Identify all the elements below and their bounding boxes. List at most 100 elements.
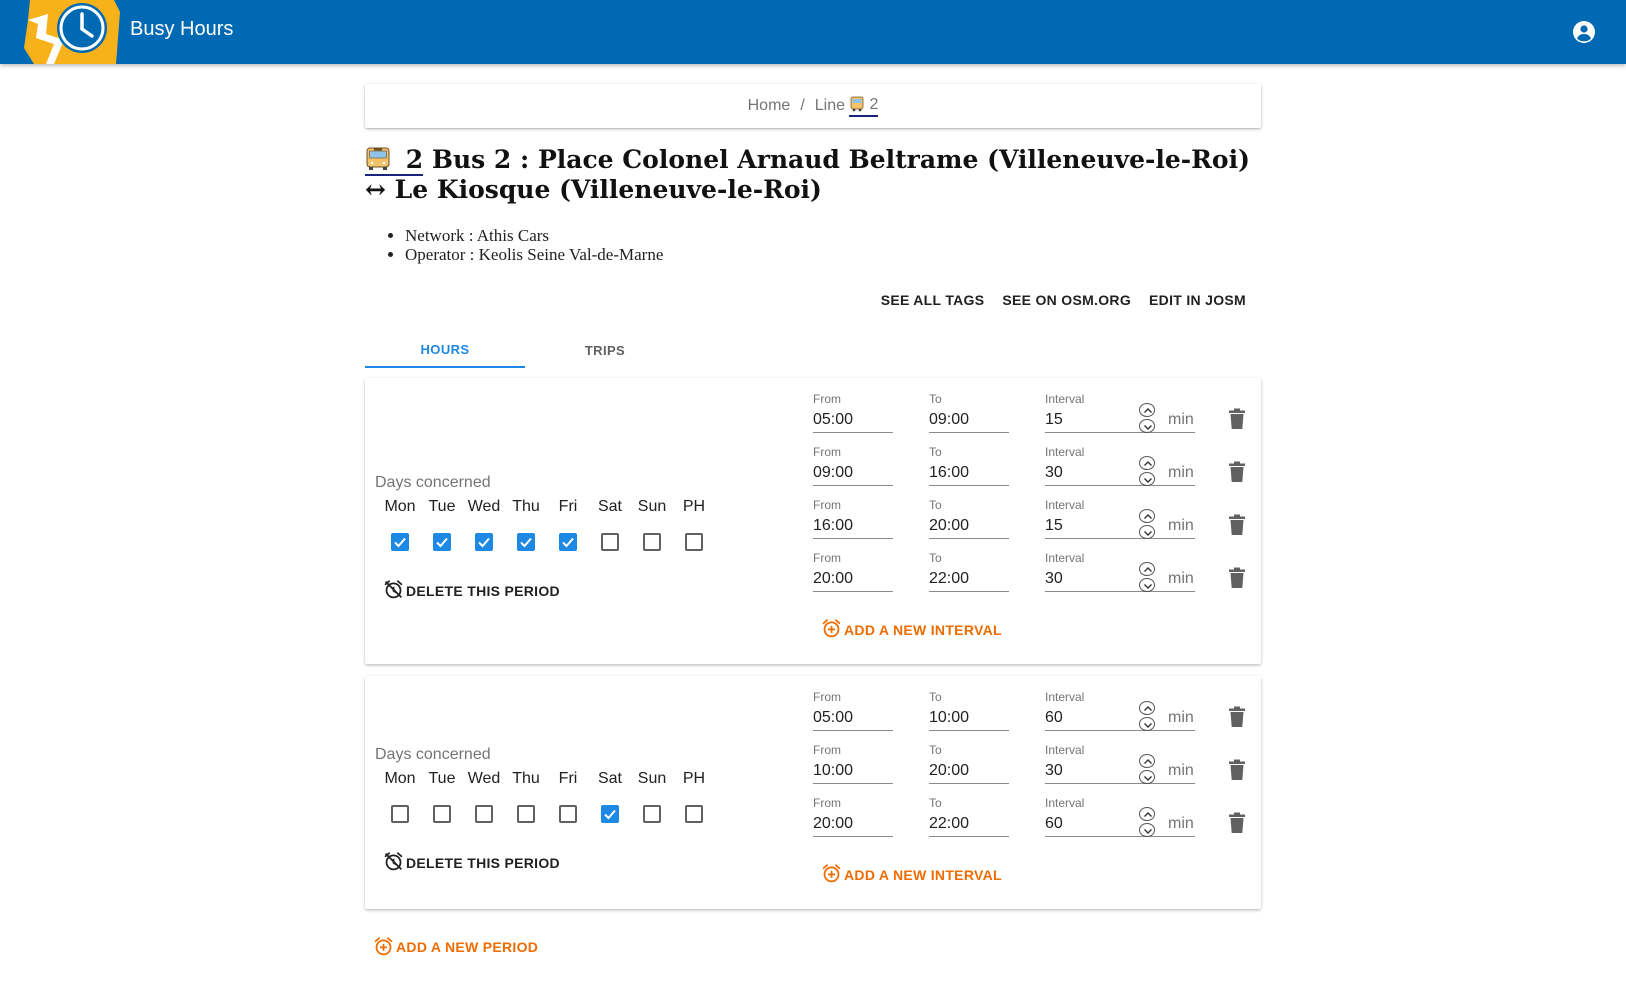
interval-input[interactable]: 60 xyxy=(1045,815,1063,832)
step-down-icon[interactable] xyxy=(1139,578,1155,592)
edit-in-josm-button[interactable]: Edit in JOSM xyxy=(1141,288,1254,312)
day-checkbox[interactable] xyxy=(475,533,493,551)
interval-stepper[interactable] xyxy=(1139,807,1157,839)
step-down-icon[interactable] xyxy=(1139,419,1155,433)
day-checkbox[interactable] xyxy=(391,533,409,551)
step-down-icon[interactable] xyxy=(1139,472,1155,486)
interval-input[interactable]: 30 xyxy=(1045,762,1063,779)
step-up-icon[interactable] xyxy=(1139,807,1155,821)
from-field[interactable]: From 20:00 xyxy=(813,551,893,592)
delete-interval-icon[interactable] xyxy=(1227,706,1247,728)
add-period-button[interactable]: Add a new period xyxy=(373,936,538,957)
day-checkbox[interactable] xyxy=(517,533,535,551)
interval-input[interactable]: 15 xyxy=(1045,411,1063,428)
step-up-icon[interactable] xyxy=(1139,456,1155,470)
interval-field[interactable]: Interval 60 min xyxy=(1045,690,1195,731)
from-input[interactable]: 09:00 xyxy=(813,459,893,486)
day-checkbox[interactable] xyxy=(643,533,661,551)
from-input[interactable]: 20:00 xyxy=(813,565,893,592)
step-up-icon[interactable] xyxy=(1139,754,1155,768)
from-field[interactable]: From 05:00 xyxy=(813,690,893,731)
from-input[interactable]: 10:00 xyxy=(813,757,893,784)
day-checkbox[interactable] xyxy=(685,533,703,551)
see-all-tags-button[interactable]: See all tags xyxy=(873,288,993,312)
delete-interval-icon[interactable] xyxy=(1227,408,1247,430)
delete-interval-icon[interactable] xyxy=(1227,567,1247,589)
delete-interval-icon[interactable] xyxy=(1227,759,1247,781)
from-field[interactable]: From 05:00 xyxy=(813,392,893,433)
from-field[interactable]: From 10:00 xyxy=(813,743,893,784)
to-input[interactable]: 20:00 xyxy=(929,757,1009,784)
add-interval-button[interactable]: Add a new interval xyxy=(821,618,1002,642)
to-input[interactable]: 22:00 xyxy=(929,565,1009,592)
account-circle-icon[interactable] xyxy=(1572,20,1596,44)
to-field[interactable]: To 09:00 xyxy=(929,392,1009,433)
day-checkbox[interactable] xyxy=(643,804,661,823)
from-input[interactable]: 05:00 xyxy=(813,704,893,731)
to-input[interactable]: 22:00 xyxy=(929,810,1009,837)
delete-period-button[interactable]: Delete this period xyxy=(383,579,560,603)
interval-input[interactable]: 30 xyxy=(1045,464,1063,481)
step-down-icon[interactable] xyxy=(1139,525,1155,539)
busy-hours-logo-icon[interactable] xyxy=(24,0,120,64)
day-checkbox[interactable] xyxy=(433,533,451,551)
delete-interval-icon[interactable] xyxy=(1227,812,1247,834)
day-checkbox[interactable] xyxy=(433,804,451,823)
breadcrumb-home-link[interactable]: Home xyxy=(748,97,791,115)
to-input[interactable]: 16:00 xyxy=(929,459,1009,486)
interval-input[interactable]: 60 xyxy=(1045,709,1063,726)
to-field[interactable]: To 16:00 xyxy=(929,445,1009,486)
delete-interval-icon[interactable] xyxy=(1227,461,1247,483)
day-checkbox[interactable] xyxy=(475,804,493,823)
interval-field[interactable]: Interval 15 min xyxy=(1045,498,1195,539)
interval-field[interactable]: Interval 30 min xyxy=(1045,743,1195,784)
day-checkbox[interactable] xyxy=(559,533,577,551)
from-input[interactable]: 20:00 xyxy=(813,810,893,837)
delete-interval-icon[interactable] xyxy=(1227,514,1247,536)
interval-field[interactable]: Interval 15 min xyxy=(1045,392,1195,433)
interval-stepper[interactable] xyxy=(1139,456,1157,488)
to-field[interactable]: To 20:00 xyxy=(929,743,1009,784)
delete-period-button[interactable]: Delete this period xyxy=(383,851,560,875)
from-field[interactable]: From 16:00 xyxy=(813,498,893,539)
interval-field[interactable]: Interval 60 min xyxy=(1045,796,1195,837)
step-up-icon[interactable] xyxy=(1139,562,1155,576)
interval-field[interactable]: Interval 30 min xyxy=(1045,551,1195,592)
step-down-icon[interactable] xyxy=(1139,770,1155,784)
from-field[interactable]: From 20:00 xyxy=(813,796,893,837)
day-checkbox[interactable] xyxy=(391,804,409,823)
to-field[interactable]: To 22:00 xyxy=(929,796,1009,837)
interval-stepper[interactable] xyxy=(1139,562,1157,594)
tab-hours[interactable]: Hours xyxy=(365,332,525,368)
interval-stepper[interactable] xyxy=(1139,754,1157,786)
step-up-icon[interactable] xyxy=(1139,509,1155,523)
from-input[interactable]: 05:00 xyxy=(813,406,893,433)
add-interval-button[interactable]: Add a new interval xyxy=(821,863,1002,887)
to-field[interactable]: To 10:00 xyxy=(929,690,1009,731)
day-checkbox[interactable] xyxy=(559,804,577,823)
to-input[interactable]: 20:00 xyxy=(929,512,1009,539)
to-field[interactable]: To 22:00 xyxy=(929,551,1009,592)
day-checkbox[interactable] xyxy=(517,804,535,823)
see-on-osm-button[interactable]: See on OSM.org xyxy=(994,288,1139,312)
interval-stepper[interactable] xyxy=(1139,509,1157,541)
step-down-icon[interactable] xyxy=(1139,823,1155,837)
step-up-icon[interactable] xyxy=(1139,403,1155,417)
to-input[interactable]: 09:00 xyxy=(929,406,1009,433)
interval-stepper[interactable] xyxy=(1139,403,1157,435)
from-input[interactable]: 16:00 xyxy=(813,512,893,539)
day-checkbox[interactable] xyxy=(685,804,703,823)
breadcrumb-line-link[interactable]: Line 2 xyxy=(815,96,879,117)
from-field[interactable]: From 09:00 xyxy=(813,445,893,486)
to-field[interactable]: To 20:00 xyxy=(929,498,1009,539)
interval-input[interactable]: 30 xyxy=(1045,570,1063,587)
step-down-icon[interactable] xyxy=(1139,717,1155,731)
tab-trips[interactable]: Trips xyxy=(525,332,685,368)
interval-field[interactable]: Interval 30 min xyxy=(1045,445,1195,486)
interval-stepper[interactable] xyxy=(1139,701,1157,733)
interval-input[interactable]: 15 xyxy=(1045,517,1063,534)
day-checkbox[interactable] xyxy=(601,804,619,823)
day-checkbox[interactable] xyxy=(601,533,619,551)
step-up-icon[interactable] xyxy=(1139,701,1155,715)
to-input[interactable]: 10:00 xyxy=(929,704,1009,731)
